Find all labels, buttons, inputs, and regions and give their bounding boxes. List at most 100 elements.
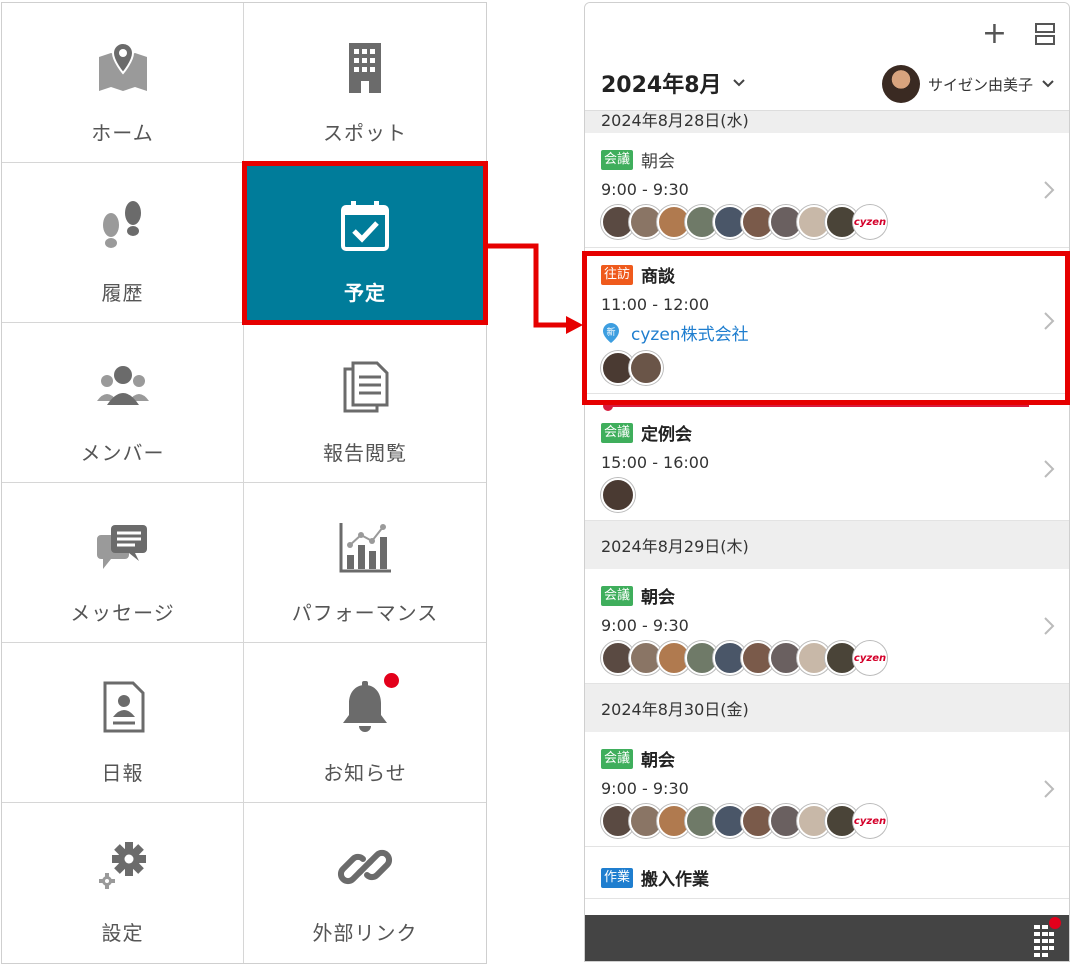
chevron-right-icon: [1044, 311, 1055, 330]
event-time: 9:00 - 9:30: [601, 779, 689, 798]
map-pin-icon: [93, 37, 153, 97]
event-item[interactable]: 会議 朝会 9:00 - 9:30 cyzen: [585, 569, 1069, 684]
menu-tile-performance[interactable]: パフォーマンス: [244, 483, 486, 643]
chat-icon: [93, 517, 153, 577]
event-title: 朝会: [641, 751, 676, 771]
calendar-check-icon: [335, 197, 395, 257]
event-tag: 会議: [601, 422, 634, 443]
menu-label: スポット: [323, 121, 407, 145]
link-icon: [335, 837, 395, 897]
participant-avatars: cyzen: [601, 205, 1053, 239]
menu-tile-messages[interactable]: メッセージ: [2, 483, 244, 643]
user-name: サイゼン由美子: [927, 75, 1033, 94]
menu-tile-members[interactable]: メンバー: [2, 323, 244, 483]
chevron-right-icon: [1044, 617, 1055, 635]
event-item[interactable]: 会議 定例会 15:00 - 16:00: [585, 418, 1069, 521]
event-title: 商談: [641, 267, 676, 287]
menu-tile-home[interactable]: ホーム: [2, 3, 244, 163]
day-header-label: 2024年8月30日(金): [601, 700, 749, 719]
menu-tile-history[interactable]: 履歴: [2, 163, 244, 323]
day-header: 2024年8月29日(木): [585, 521, 1069, 569]
day-header-label: 2024年8月29日(木): [601, 537, 749, 556]
menu-label: メッセージ: [70, 601, 175, 625]
event-tag: 往訪: [601, 264, 634, 285]
month-selector[interactable]: 2024年8月: [601, 67, 746, 99]
group-icon: [93, 357, 153, 417]
menu-grid: ホーム スポット 履歴 予定 メンバー 報告閲覧 メッセージ パフォーマンス 日…: [1, 2, 488, 964]
company-logo-avatar: cyzen: [853, 804, 887, 838]
event-title: 搬入作業: [641, 870, 710, 890]
event-time: 11:00 - 12:00: [601, 295, 710, 314]
chevron-right-icon: [1044, 460, 1055, 478]
avatar: [881, 65, 920, 103]
menu-label: 予定: [344, 281, 386, 305]
documents-icon: [335, 357, 395, 417]
menu-label: ホーム: [91, 121, 154, 145]
day-header-label: 2024年8月28日(水): [601, 111, 749, 130]
pin-label: 新: [606, 326, 615, 338]
menu-label: パフォーマンス: [291, 601, 439, 625]
event-tag: 会議: [601, 585, 634, 606]
menu-label: 外部リンク: [312, 921, 418, 945]
notification-badge: [384, 673, 399, 688]
footprints-icon: [93, 197, 153, 257]
menu-tile-spot[interactable]: スポット: [244, 3, 486, 163]
event-tag: 作業: [601, 867, 634, 888]
menu-label: お知らせ: [323, 761, 407, 785]
chevron-down-icon: [1042, 80, 1054, 88]
schedule-screen: + 2024年8月 サイゼン由美子 2024年8月28日(水) 会議 朝会 9:…: [584, 2, 1070, 962]
event-title: 定例会: [641, 425, 693, 445]
menu-label: 日報: [101, 761, 144, 785]
event-item[interactable]: 作業 搬入作業: [585, 847, 1069, 899]
add-icon[interactable]: +: [982, 19, 1007, 49]
chevron-down-icon: [732, 79, 745, 87]
schedule-header: + 2024年8月 サイゼン由美子: [585, 3, 1069, 111]
menu-tile-settings[interactable]: 設定: [2, 803, 244, 963]
event-time: 9:00 - 9:30: [601, 616, 689, 635]
menu-label: 設定: [101, 921, 144, 945]
day-header: 2024年8月30日(金): [585, 684, 1069, 732]
company-logo-avatar: cyzen: [853, 205, 887, 239]
menu-tile-notifications[interactable]: お知らせ: [244, 643, 486, 803]
event-title: 朝会: [641, 152, 676, 172]
event-title: 朝会: [641, 588, 676, 608]
id-card-icon: [93, 677, 153, 737]
bar-chart-icon: [335, 517, 395, 577]
event-item[interactable]: 会議 朝会 9:00 - 9:30 cyzen: [585, 732, 1069, 847]
chevron-right-icon: [1044, 780, 1055, 798]
event-item[interactable]: 会議 朝会 9:00 - 9:30 cyzen: [585, 133, 1069, 248]
chevron-right-icon: [1044, 181, 1055, 199]
menu-tile-schedule[interactable]: 予定: [242, 161, 488, 325]
avatar: [629, 351, 663, 385]
month-label: 2024年8月: [601, 73, 722, 98]
menu-label: 報告閲覧: [323, 441, 407, 465]
participant-avatars: [601, 351, 1053, 385]
building-icon: [335, 37, 395, 97]
participant-avatars: cyzen: [601, 641, 1053, 675]
participant-avatars: [601, 478, 1053, 512]
user-selector[interactable]: サイゼン由美子: [881, 65, 1055, 103]
menu-label: 履歴: [101, 281, 144, 305]
connector-arrow: [486, 243, 583, 334]
menu-tile-daily-report[interactable]: 日報: [2, 643, 244, 803]
current-time-indicator: [585, 394, 1069, 418]
event-time: 15:00 - 16:00: [601, 453, 710, 472]
menu-tile-external-link[interactable]: 外部リンク: [244, 803, 486, 963]
menu-tile-reports[interactable]: 報告閲覧: [244, 323, 486, 483]
event-item[interactable]: 往訪 商談 11:00 - 12:00 新 cyzen株式会社: [585, 248, 1069, 394]
bottom-toolbar: [585, 915, 1069, 961]
notification-badge: [1049, 917, 1061, 929]
list-view-icon[interactable]: [1035, 23, 1055, 45]
participant-avatars: cyzen: [601, 804, 1053, 838]
event-location-name: cyzen株式会社: [631, 325, 749, 345]
gear-icon: [93, 837, 153, 897]
event-time: 9:00 - 9:30: [601, 180, 689, 199]
day-header: 2024年8月28日(水): [585, 111, 1069, 133]
event-tag: 会議: [601, 748, 634, 769]
avatar: [601, 478, 635, 512]
location-pin-icon: 新: [603, 322, 619, 343]
event-location[interactable]: 新 cyzen株式会社: [601, 320, 1053, 345]
company-logo-avatar: cyzen: [853, 641, 887, 675]
menu-label: メンバー: [80, 441, 165, 465]
event-tag: 会議: [601, 149, 634, 170]
